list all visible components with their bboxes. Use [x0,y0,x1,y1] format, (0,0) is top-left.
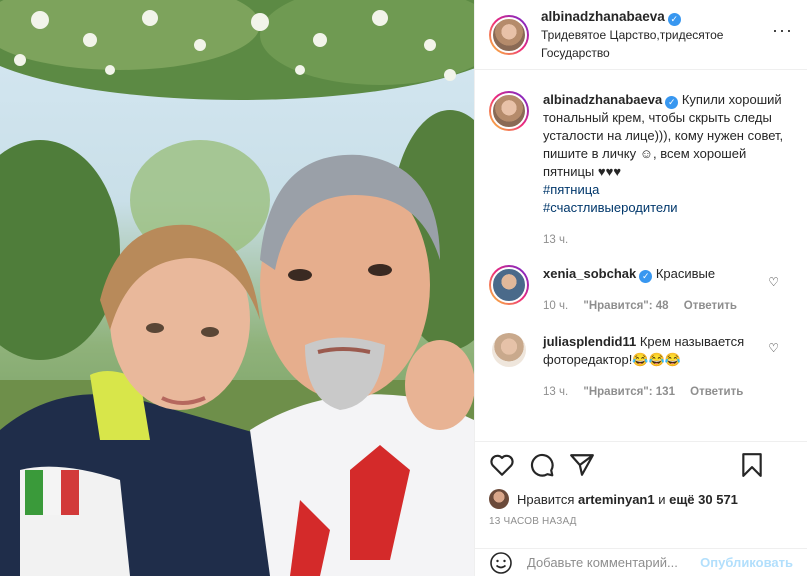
reply-button[interactable]: Ответить [690,386,743,398]
verified-badge-icon: ✓ [667,12,681,26]
more-options-icon[interactable]: ··· [772,20,793,41]
likes-count[interactable]: ещё 30 571 [669,492,738,507]
reply-button[interactable]: Ответить [684,300,737,312]
liker-avatar[interactable] [489,489,509,509]
likes-mid: и [658,491,666,507]
comment-body: xenia_sobchak ✓ Красивые 10 ч. "Нравится"… [543,265,773,315]
comment-meta: 13 ч. "Нравится": 131 Ответить [543,383,773,401]
comment-icon[interactable] [529,452,555,478]
post-actions: Нравится arteminyan1 и ещё 30 571 13 час… [475,441,807,527]
bookmark-icon[interactable] [739,452,765,478]
like-comment-icon[interactable]: ♡ [768,275,779,289]
post-header: albinadzhanabaeva ✓ Тридевятое Царство,тр… [475,0,807,70]
comment-body: juliasplendid11 Крем называется фотореда… [543,333,773,401]
caption-block: albinadzhanabaeva ✓ Купили хороший тональ… [475,71,807,249]
comments-section: albinadzhanabaeva ✓ Купили хороший тональ… [475,71,807,441]
author-avatar[interactable] [489,14,529,55]
likes-prefix: Нравится [517,491,575,507]
action-icons [489,442,793,488]
photo-illustration [0,0,474,576]
instagram-post: albinadzhanabaeva ✓ Тридевятое Царство,тр… [0,0,807,576]
caption-body: albinadzhanabaeva ✓ Купили хороший тональ… [543,91,793,249]
comment-author[interactable]: xenia_sobchak [543,266,636,281]
emoji-icon[interactable] [489,551,513,575]
likes-line: Нравится arteminyan1 и ещё 30 571 [489,488,793,510]
comment-likes[interactable]: "Нравится": 48 [583,300,668,312]
caption-author[interactable]: albinadzhanabaeva [543,92,662,107]
caption-time[interactable]: 13 ч. [543,234,568,246]
share-icon[interactable] [569,452,595,478]
author-username[interactable]: albinadzhanabaeva [541,9,665,24]
post-location[interactable]: Тридевятое Царство,тридесятое Государств… [541,26,793,62]
liker-username[interactable]: arteminyan1 [578,492,655,507]
comment-text: Красивые [655,266,716,281]
comment-time[interactable]: 10 ч. [543,300,568,312]
comment-time[interactable]: 13 ч. [543,386,568,398]
comment-avatar[interactable] [489,265,529,305]
comment-item: xenia_sobchak ✓ Красивые 10 ч. "Нравится"… [475,249,807,315]
post-timestamp[interactable]: 13 часов назад [489,516,793,527]
comment-item: juliasplendid11 Крем называется фотореда… [475,315,807,401]
caption-avatar[interactable] [489,91,529,131]
publish-button[interactable]: Опубликовать [700,555,793,570]
comment-author[interactable]: juliasplendid11 [543,334,636,349]
verified-badge-icon: ✓ [639,270,653,283]
caption-meta: 13 ч. [543,231,793,249]
comment-likes[interactable]: "Нравится": 131 [583,386,675,398]
verified-badge-icon: ✓ [665,96,679,109]
comment-avatar[interactable] [492,333,526,367]
author-info: albinadzhanabaeva ✓ Тридевятое Царство,тр… [541,8,793,62]
heart-icon[interactable] [489,452,515,478]
hashtag-schastlivye[interactable]: #счастливыеродители [543,199,793,217]
add-comment-bar: Добавьте комментарий... Опубликовать [475,548,807,576]
hashtag-pyatnitsa[interactable]: #пятница [543,181,793,199]
comment-input[interactable]: Добавьте комментарий... [527,555,700,570]
comment-meta: 10 ч. "Нравится": 48 Ответить [543,297,773,315]
post-photo[interactable] [0,0,474,576]
post-sidebar: albinadzhanabaeva ✓ Тридевятое Царство,тр… [474,0,807,576]
like-comment-icon[interactable]: ♡ [768,341,779,355]
